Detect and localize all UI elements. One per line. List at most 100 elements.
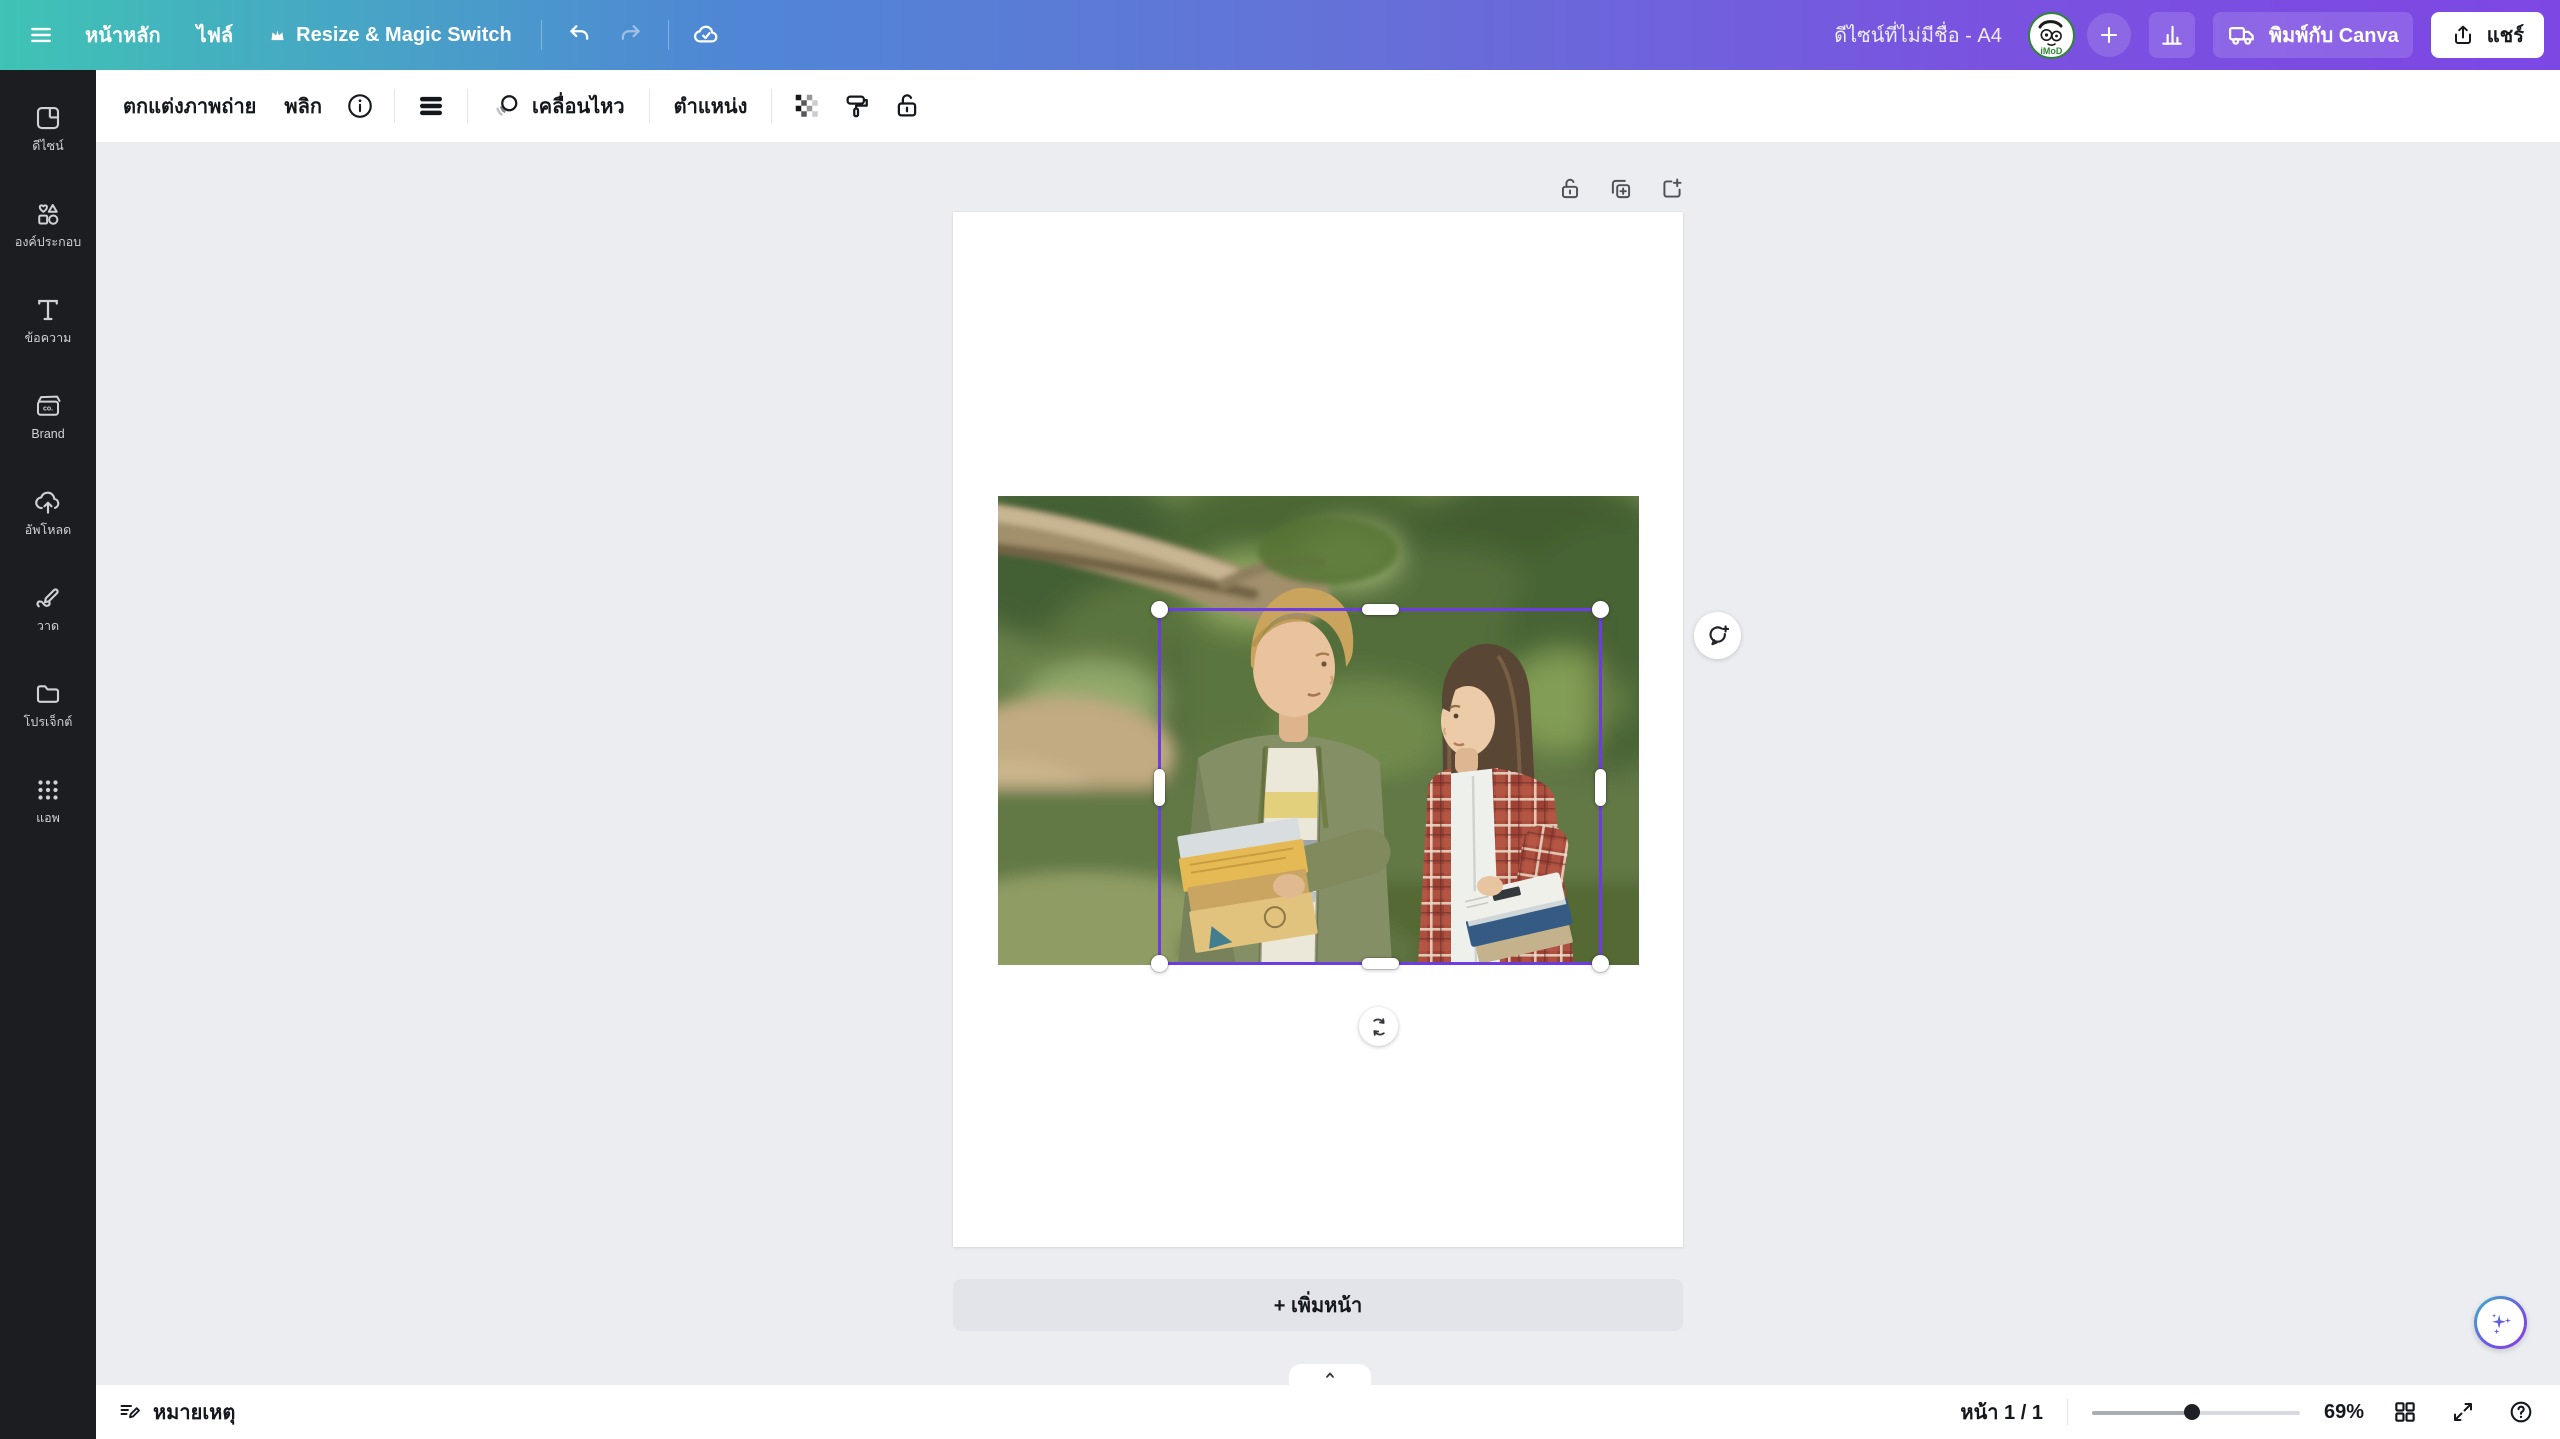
undo-button[interactable] [556, 12, 602, 58]
edit-photo-button[interactable]: ตกแต่งภาพถ่าย [110, 82, 269, 130]
sidebar-item-projects[interactable]: โปรเจ็กต์ [0, 656, 96, 752]
info-button[interactable] [337, 82, 383, 130]
bottombar: หมายเหตุ หน้า 1 / 1 69% [96, 1385, 2560, 1439]
text-icon [33, 295, 63, 325]
home-button[interactable]: หน้าหลัก [70, 12, 176, 58]
sidebar-item-uploads[interactable]: อัพโหลด [0, 464, 96, 560]
magic-assistant-inner [2477, 1299, 2524, 1346]
sidebar-item-label: ข้อความ [25, 332, 72, 345]
resize-label: Resize & Magic Switch [296, 24, 512, 47]
print-with-canva-button[interactable]: พิมพ์กับ Canva [2213, 12, 2413, 58]
fullscreen-button[interactable] [2446, 1395, 2480, 1429]
animate-button[interactable]: เคลื่อนไหว [479, 82, 638, 130]
brand-icon: co. [33, 391, 63, 421]
sidebar-item-draw[interactable]: วาด [0, 560, 96, 656]
redo-button[interactable] [608, 12, 654, 58]
sidebar-item-label: แอพ [36, 812, 60, 825]
elements-icon [33, 199, 63, 229]
position-label: ตำแหน่ง [674, 90, 748, 122]
sidebar-item-brand[interactable]: co. Brand [0, 368, 96, 464]
transparency-button[interactable] [783, 82, 831, 130]
sidebar-item-text[interactable]: ข้อความ [0, 272, 96, 368]
sidebar-item-apps[interactable]: แอพ [0, 752, 96, 848]
share-button[interactable]: แชร์ [2431, 12, 2544, 58]
notes-button[interactable]: หมายเหตุ [118, 1396, 235, 1428]
paint-roller-icon [842, 91, 872, 121]
uploads-icon [33, 487, 63, 517]
notes-label: หมายเหตุ [153, 1396, 235, 1428]
file-label: ไฟล์ [197, 19, 233, 51]
sidebar-item-design[interactable]: ดีไซน์ [0, 80, 96, 176]
crown-icon [269, 27, 286, 44]
zoom-slider[interactable] [2092, 1403, 2300, 1421]
sparkle-icon [2486, 1308, 2516, 1338]
toolbar-divider [771, 89, 772, 123]
magic-assistant-button[interactable] [2474, 1296, 2527, 1349]
resize-magic-switch-button[interactable]: Resize & Magic Switch [254, 12, 527, 58]
position-button[interactable]: ตำแหน่ง [661, 82, 761, 130]
flip-label: พลิก [284, 90, 322, 122]
topbar-divider [541, 20, 542, 50]
resize-handle-left[interactable] [1154, 769, 1165, 806]
duplicate-page-button[interactable] [1608, 176, 1634, 202]
resize-handle-bottom[interactable] [1362, 958, 1399, 969]
help-button[interactable] [2504, 1395, 2538, 1429]
resize-handle-top-left[interactable] [1151, 601, 1168, 618]
transparency-icon [792, 91, 822, 121]
cloud-check-icon [692, 21, 720, 49]
projects-icon [33, 679, 63, 709]
svg-text:co.: co. [43, 406, 53, 413]
add-page-icon-button[interactable] [1659, 176, 1685, 202]
design-page[interactable] [953, 212, 1683, 1247]
sidebar-item-label: วาด [37, 620, 59, 633]
avatar[interactable]: iMoD [2028, 12, 2075, 59]
plus-icon [2097, 23, 2121, 47]
document-title[interactable]: ดีไซน์ที่ไม่มีชื่อ - A4 [1834, 19, 2002, 51]
animate-icon [492, 91, 522, 121]
context-toolbar: ตกแต่งภาพถ่าย พลิก เคลื่อนไหว ตำแหน่ง [96, 70, 2560, 142]
grid-view-icon [2392, 1399, 2418, 1425]
topbar: หน้าหลัก ไฟล์ Resize & Magic Switch ดีไซ… [0, 0, 2560, 70]
canvas-area[interactable]: + เพิ่มหน้า [96, 142, 2560, 1385]
share-label: แชร์ [2487, 19, 2524, 51]
add-page-button[interactable]: + เพิ่มหน้า [953, 1279, 1683, 1331]
redo-icon [618, 22, 644, 48]
rotate-icon [1368, 1016, 1390, 1038]
adjust-levels-button[interactable] [406, 82, 456, 130]
resize-handle-top[interactable] [1362, 604, 1399, 615]
resize-handle-top-right[interactable] [1592, 601, 1609, 618]
draw-icon [33, 583, 63, 613]
resize-handle-bottom-left[interactable] [1151, 955, 1168, 972]
apps-icon [33, 775, 63, 805]
truck-icon [2227, 20, 2257, 50]
flip-button[interactable]: พลิก [271, 82, 335, 130]
cloud-save-status-button[interactable] [683, 12, 729, 58]
help-icon [2508, 1399, 2534, 1425]
copy-style-button[interactable] [833, 82, 881, 130]
zoom-slider-knob[interactable] [2184, 1404, 2200, 1420]
main-menu-button[interactable] [18, 12, 64, 58]
file-menu-button[interactable]: ไฟล์ [182, 12, 248, 58]
topbar-divider [668, 20, 669, 50]
page-actions [1557, 176, 1685, 202]
bottombar-divider [2067, 1399, 2068, 1425]
photo-two-teens[interactable] [998, 496, 1639, 965]
lock-button[interactable] [883, 82, 931, 130]
toolbar-divider [394, 89, 395, 123]
grid-view-button[interactable] [2388, 1395, 2422, 1429]
collapse-panel-tab[interactable] [1289, 1364, 1371, 1385]
add-comment-button[interactable] [1694, 612, 1741, 659]
add-page-icon [1659, 176, 1685, 202]
bottombar-right: หน้า 1 / 1 69% [1960, 1395, 2538, 1429]
resize-handle-bottom-right[interactable] [1592, 955, 1609, 972]
add-member-button[interactable] [2087, 13, 2131, 57]
rotate-handle[interactable] [1359, 1007, 1398, 1046]
bar-chart-icon [2159, 22, 2185, 48]
levels-icon [416, 91, 446, 121]
resize-handle-right[interactable] [1595, 769, 1606, 806]
zoom-value: 69% [2324, 1401, 2364, 1424]
sidebar-item-elements[interactable]: องค์ประกอบ [0, 176, 96, 272]
sidebar-item-label: องค์ประกอบ [15, 236, 81, 249]
insights-button[interactable] [2149, 12, 2195, 58]
lock-page-button[interactable] [1557, 176, 1583, 202]
